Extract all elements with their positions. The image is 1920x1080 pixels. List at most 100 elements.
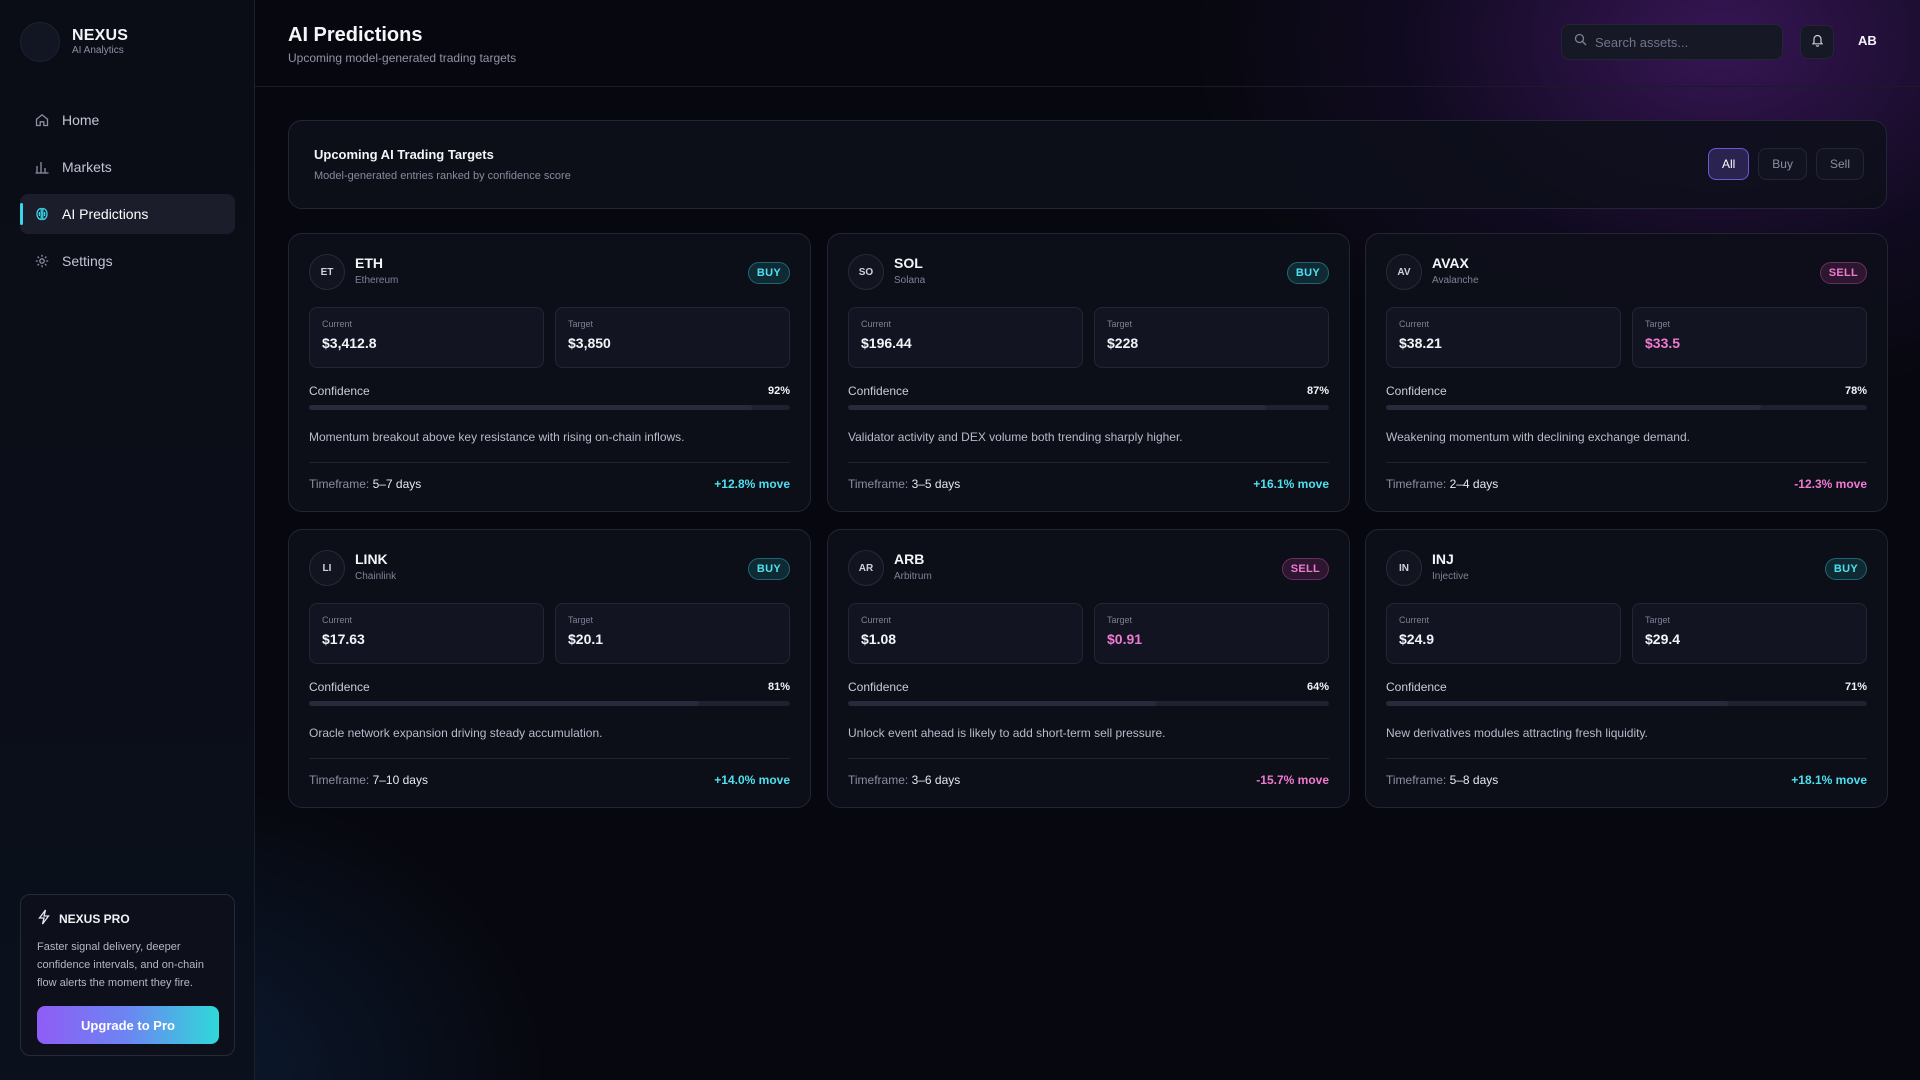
timeframe-value: 7–10 days [372,773,428,787]
coin-name: Avalanche [1432,275,1479,286]
coin-badge: SO [848,254,884,290]
filter-buy-button[interactable]: Buy [1758,148,1807,180]
coin-badge: LI [309,550,345,586]
current-label: Current [861,615,892,625]
upgrade-button[interactable]: Upgrade to Pro [37,1006,219,1044]
confidence-bar [1386,405,1867,410]
target-label: Target [1645,615,1671,625]
timeframe-label: Timeframe: [1386,477,1447,491]
search-input[interactable] [1595,34,1775,50]
coin-badge: AR [848,550,884,586]
current-price-box: Current $38.21 [1386,307,1621,368]
current-price-box: Current $3,412.8 [309,307,544,368]
signal-badge: BUY [747,262,790,284]
search-icon [1574,33,1587,51]
divider [309,758,790,759]
prediction-card-avax[interactable]: AV AVAX Avalanche SELL Current $38.21 Ta… [1365,233,1888,512]
coin-symbol: ARB [894,551,925,567]
confidence-bar [1386,701,1867,706]
timeframe: Timeframe: 3–6 days [848,773,960,787]
target-label: Target [1645,319,1671,329]
current-price-box: Current $17.63 [309,603,544,664]
expected-move: +14.0% move [714,773,790,787]
search-box[interactable] [1561,24,1783,60]
target-label: Target [1107,615,1133,625]
divider [1386,462,1867,463]
signal-filters: All Buy Sell [1707,148,1864,180]
coin-badge: AV [1386,254,1422,290]
confidence-fill [309,701,699,706]
timeframe: Timeframe: 3–5 days [848,477,960,491]
bar-chart-icon [34,159,50,175]
timeframe-value: 5–8 days [1449,773,1499,787]
target-price-box: Target $3,850 [555,307,790,368]
sidebar-item-markets[interactable]: Markets [20,147,235,187]
prediction-card-sol[interactable]: SO SOL Solana BUY Current $196.44 Target… [827,233,1350,512]
rationale-text: Unlock event ahead is likely to add shor… [848,726,1166,740]
sidebar-item-label: Markets [62,159,112,175]
target-price-box: Target $20.1 [555,603,790,664]
sidebar-item-ai-predictions[interactable]: AI Predictions [20,194,235,234]
timeframe-label: Timeframe: [848,773,909,787]
target-label: Target [568,615,594,625]
current-price: $1.08 [861,631,897,647]
logo-icon [20,22,60,62]
avatar[interactable]: AB [1858,33,1877,48]
prediction-card-eth[interactable]: ET ETH Ethereum BUY Current $3,412.8 Tar… [288,233,811,512]
current-price: $196.44 [861,335,912,351]
notifications-button[interactable] [1800,25,1834,59]
target-price-box: Target $228 [1094,307,1329,368]
panel-title: Upcoming AI Trading Targets [314,147,494,162]
prediction-card-arb[interactable]: AR ARB Arbitrum SELL Current $1.08 Targe… [827,529,1350,808]
pro-title: NEXUS PRO [59,911,130,926]
brand[interactable]: NEXUS AI Analytics [20,22,128,62]
rationale-text: Momentum breakout above key resistance w… [309,430,685,444]
filter-sell-button[interactable]: Sell [1815,148,1864,180]
rationale-text: Validator activity and DEX volume both t… [848,430,1183,444]
current-price: $38.21 [1399,335,1442,351]
home-icon [34,112,50,128]
divider [848,462,1329,463]
target-label: Target [1107,319,1133,329]
coin-name: Solana [894,275,926,286]
confidence-bar [848,701,1329,706]
target-price: $33.5 [1645,335,1681,351]
current-price-box: Current $1.08 [848,603,1083,664]
timeframe: Timeframe: 5–8 days [1386,773,1498,787]
sidebar-item-label: Home [62,112,100,128]
sidebar-item-settings[interactable]: Settings [20,241,235,281]
coin-badge: ET [309,254,345,290]
coin-name: Ethereum [355,275,399,286]
confidence-value: 64% [1306,681,1329,693]
prediction-card-inj[interactable]: IN INJ Injective BUY Current $24.9 Targe… [1365,529,1888,808]
prediction-card-link[interactable]: LI LINK Chainlink BUY Current $17.63 Tar… [288,529,811,808]
coin-symbol: SOL [894,255,923,271]
sidebar-item-home[interactable]: Home [20,100,235,140]
timeframe-value: 5–7 days [372,477,422,491]
timeframe: Timeframe: 7–10 days [309,773,428,787]
confidence-fill [1386,701,1728,706]
top-header: AI Predictions Upcoming model-generated … [255,0,1920,87]
signal-badge: BUY [747,558,790,580]
coin-name: Injective [1432,571,1469,582]
filter-all-button[interactable]: All [1707,148,1750,180]
lightning-icon [37,909,51,928]
target-price: $228 [1107,335,1139,351]
timeframe-value: 2–4 days [1449,477,1499,491]
bell-icon [1811,33,1824,52]
timeframe-value: 3–5 days [911,477,961,491]
confidence-fill [848,701,1156,706]
confidence-label: Confidence [848,680,909,694]
timeframe-value: 3–6 days [911,773,961,787]
current-price: $24.9 [1399,631,1435,647]
target-price-box: Target $0.91 [1094,603,1329,664]
timeframe-label: Timeframe: [309,477,370,491]
pro-description: Faster signal delivery, deeper confidenc… [37,941,204,989]
signal-badge: SELL [1819,262,1867,284]
pro-header: NEXUS PRO [37,909,218,928]
rationale-text: Oracle network expansion driving steady … [309,726,603,740]
sidebar-nav: Home Markets AI Predictions Settings [20,100,235,288]
expected-move: +12.8% move [714,477,790,491]
coin-badge: IN [1386,550,1422,586]
current-price: $17.63 [322,631,365,647]
